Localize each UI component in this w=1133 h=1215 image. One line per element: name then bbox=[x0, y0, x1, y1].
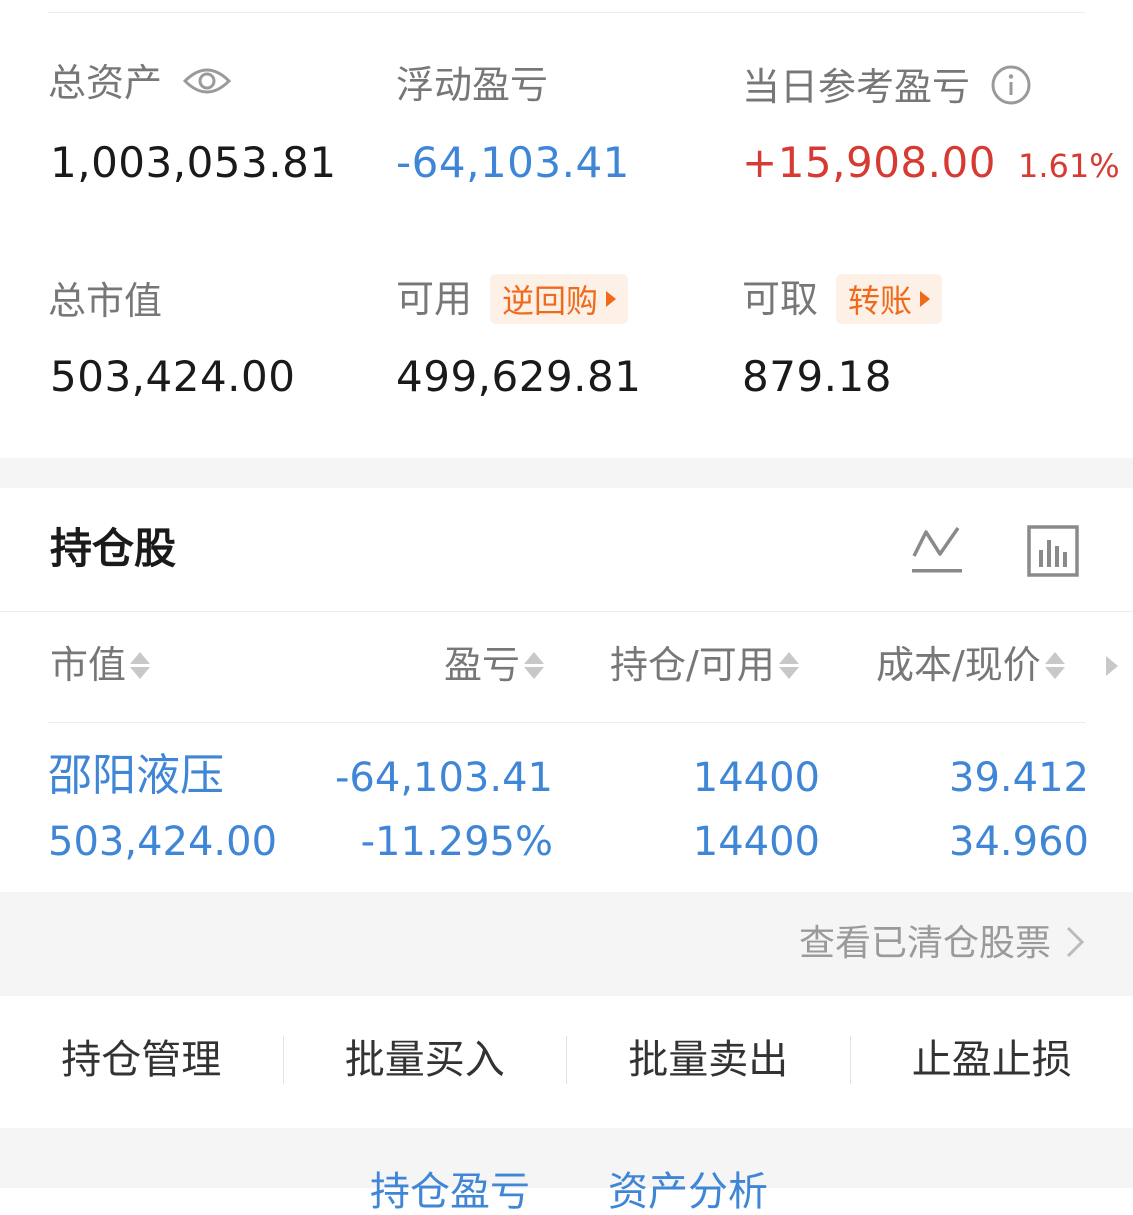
total-assets-header: 总资产 bbox=[48, 64, 232, 102]
daily-pl-label: 当日参考盈亏 bbox=[742, 68, 970, 106]
bar-chart-icon[interactable] bbox=[1026, 524, 1080, 582]
sort-icon bbox=[1045, 652, 1065, 679]
bottom-band bbox=[0, 1128, 1133, 1188]
stock-price: 34.960 bbox=[949, 822, 1089, 862]
arrow-right-icon bbox=[920, 291, 930, 307]
tab-asset-analysis[interactable]: 资产分析 bbox=[608, 1172, 768, 1212]
daily-pl-header: 当日参考盈亏 bbox=[742, 64, 1032, 110]
stop-profit-loss-button[interactable]: 止盈止损 bbox=[851, 1040, 1133, 1080]
scroll-right-icon[interactable] bbox=[1106, 656, 1118, 676]
stock-position: 14400 bbox=[693, 758, 820, 798]
trend-chart-icon[interactable] bbox=[910, 522, 964, 580]
available-value: 499,629.81 bbox=[396, 356, 641, 398]
divider bbox=[48, 722, 1086, 723]
table-row[interactable]: 邵阳液压 503,424.00 -64,103.41 -11.295% 1440… bbox=[0, 724, 1133, 892]
transfer-button[interactable]: 转账 bbox=[836, 274, 942, 324]
info-icon[interactable] bbox=[990, 64, 1032, 110]
column-label: 持仓/可用 bbox=[610, 646, 775, 684]
column-label: 盈亏 bbox=[444, 646, 520, 684]
column-label: 成本/现价 bbox=[876, 646, 1041, 684]
stock-name: 邵阳液压 bbox=[48, 754, 224, 798]
market-value-label: 总市值 bbox=[48, 282, 162, 320]
stock-cost: 39.412 bbox=[949, 758, 1089, 798]
holdings-title: 持仓股 bbox=[50, 528, 176, 570]
tab-position-pl[interactable]: 持仓盈亏 bbox=[370, 1172, 530, 1212]
arrow-right-icon bbox=[606, 291, 616, 307]
sort-icon bbox=[524, 652, 544, 679]
eye-icon[interactable] bbox=[182, 64, 232, 102]
total-assets-value: 1,003,053.81 bbox=[50, 142, 337, 184]
stock-available: 14400 bbox=[693, 822, 820, 862]
floating-pl-value: -64,103.41 bbox=[396, 142, 630, 184]
column-market-value[interactable]: 市值 bbox=[50, 646, 150, 684]
sort-icon bbox=[779, 652, 799, 679]
sort-icon bbox=[130, 652, 150, 679]
column-cost-price[interactable]: 成本/现价 bbox=[876, 646, 1065, 684]
reverse-repo-button[interactable]: 逆回购 bbox=[490, 274, 628, 324]
column-pl[interactable]: 盈亏 bbox=[444, 646, 544, 684]
cleared-stocks-link[interactable]: 查看已清仓股票 bbox=[799, 924, 1085, 964]
withdrawable-label: 可取 bbox=[742, 280, 818, 318]
stock-pl: -64,103.41 bbox=[335, 758, 553, 798]
market-value-value: 503,424.00 bbox=[50, 356, 295, 398]
batch-buy-button[interactable]: 批量买入 bbox=[284, 1040, 567, 1080]
action-bar: 持仓管理 批量买入 批量卖出 止盈止损 bbox=[0, 1036, 1133, 1084]
withdrawable-value: 879.18 bbox=[742, 356, 892, 398]
available-label: 可用 bbox=[396, 280, 472, 318]
batch-sell-button[interactable]: 批量卖出 bbox=[567, 1040, 850, 1080]
reverse-repo-label: 逆回购 bbox=[502, 276, 598, 322]
total-assets-label: 总资产 bbox=[48, 64, 162, 102]
position-management-button[interactable]: 持仓管理 bbox=[0, 1040, 283, 1080]
daily-pl-percent: 1.61% bbox=[1018, 147, 1120, 185]
floating-pl-label: 浮动盈亏 bbox=[396, 66, 548, 104]
chevron-right-icon bbox=[1065, 924, 1085, 964]
daily-pl-values: +15,908.00 1.61% bbox=[742, 142, 1120, 185]
daily-pl-value: +15,908.00 bbox=[742, 142, 996, 184]
top-divider bbox=[48, 12, 1085, 13]
cleared-stocks-label: 查看已清仓股票 bbox=[799, 926, 1051, 962]
column-position[interactable]: 持仓/可用 bbox=[610, 646, 799, 684]
withdrawable-header: 可取 转账 bbox=[742, 274, 942, 324]
available-header: 可用 逆回购 bbox=[396, 274, 628, 324]
section-separator bbox=[0, 458, 1133, 488]
divider bbox=[0, 611, 1133, 612]
stock-market-value: 503,424.00 bbox=[48, 822, 277, 862]
column-label: 市值 bbox=[50, 646, 126, 684]
stock-pl-pct: -11.295% bbox=[361, 822, 553, 862]
transfer-label: 转账 bbox=[848, 276, 912, 322]
